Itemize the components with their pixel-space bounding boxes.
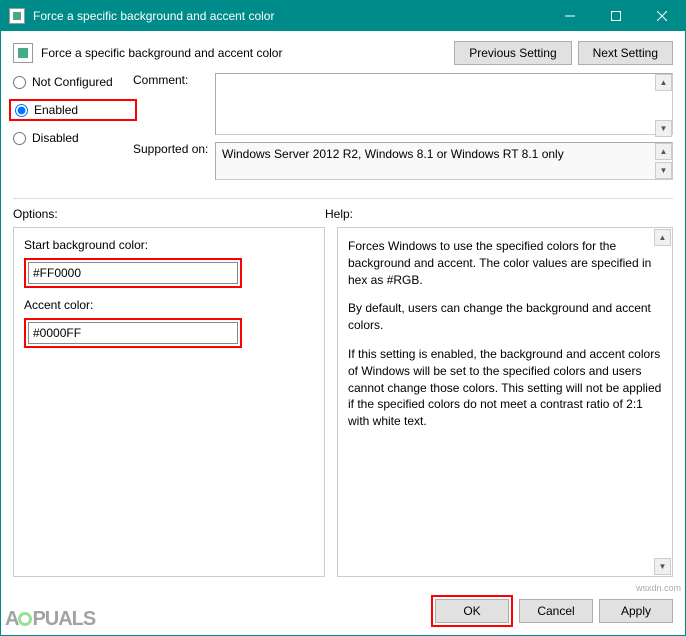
scroll-up-icon[interactable]: ▲ xyxy=(655,143,672,160)
radio-disabled-input[interactable] xyxy=(13,132,26,145)
enabled-highlight: Enabled xyxy=(9,99,137,121)
window-title: Force a specific background and accent c… xyxy=(33,9,547,23)
bg-color-label: Start background color: xyxy=(24,238,314,252)
comment-row: Comment: ▲ ▼ xyxy=(133,73,673,138)
help-header: Help: xyxy=(325,207,673,221)
settings-file-icon xyxy=(9,8,25,24)
radio-disabled-label: Disabled xyxy=(32,131,79,145)
config-row: Not Configured Enabled Disabled Comment:… xyxy=(13,73,673,184)
options-header: Options: xyxy=(13,207,325,221)
accent-color-input[interactable] xyxy=(28,322,238,344)
accent-color-label: Accent color: xyxy=(24,298,314,312)
footer-buttons: OK Cancel Apply xyxy=(1,587,685,635)
window-controls xyxy=(547,1,685,31)
radio-not-configured-label: Not Configured xyxy=(32,75,113,89)
supported-label: Supported on: xyxy=(133,142,215,156)
next-setting-button[interactable]: Next Setting xyxy=(578,41,673,65)
comment-wrap: ▲ ▼ xyxy=(215,73,673,138)
radio-enabled-input[interactable] xyxy=(15,104,28,117)
radio-enabled-label: Enabled xyxy=(34,103,78,117)
supported-wrap: Windows Server 2012 R2, Windows 8.1 or W… xyxy=(215,142,673,180)
column-headers: Options: Help: xyxy=(13,207,673,221)
bg-color-input[interactable] xyxy=(28,262,238,284)
scroll-up-icon[interactable]: ▲ xyxy=(654,229,671,246)
maximize-button[interactable] xyxy=(593,1,639,31)
ok-button[interactable]: OK xyxy=(435,599,509,623)
help-paragraph: By default, users can change the backgro… xyxy=(348,300,662,334)
header-row: Force a specific background and accent c… xyxy=(13,41,673,65)
radio-not-configured[interactable]: Not Configured xyxy=(13,75,133,89)
minimize-button[interactable] xyxy=(547,1,593,31)
supported-text: Windows Server 2012 R2, Windows 8.1 or W… xyxy=(215,142,673,180)
nav-buttons: Previous Setting Next Setting xyxy=(454,41,673,65)
comment-column: Comment: ▲ ▼ Supported on: Windows Serve… xyxy=(133,73,673,184)
policy-icon xyxy=(13,43,33,63)
comment-label: Comment: xyxy=(133,73,215,87)
scroll-up-icon[interactable]: ▲ xyxy=(655,74,672,91)
separator xyxy=(13,198,673,199)
content-area: Force a specific background and accent c… xyxy=(1,31,685,587)
bg-input-highlight xyxy=(24,258,242,288)
radio-disabled[interactable]: Disabled xyxy=(13,131,133,145)
source-watermark: wsxdn.com xyxy=(636,583,681,593)
help-panel: Forces Windows to use the specified colo… xyxy=(337,227,673,577)
comment-textarea[interactable] xyxy=(215,73,673,135)
radio-enabled[interactable]: Enabled xyxy=(15,103,131,117)
scroll-down-icon[interactable]: ▼ xyxy=(654,558,671,575)
close-button[interactable] xyxy=(639,1,685,31)
help-paragraph: If this setting is enabled, the backgrou… xyxy=(348,346,662,430)
setting-name: Force a specific background and accent c… xyxy=(41,46,454,60)
options-panel: Start background color: Accent color: xyxy=(13,227,325,577)
cancel-button[interactable]: Cancel xyxy=(519,599,593,623)
previous-setting-button[interactable]: Previous Setting xyxy=(454,41,571,65)
state-radio-group: Not Configured Enabled Disabled xyxy=(13,73,133,184)
scroll-down-icon[interactable]: ▼ xyxy=(655,120,672,137)
accent-input-highlight xyxy=(24,318,242,348)
radio-not-configured-input[interactable] xyxy=(13,76,26,89)
titlebar: Force a specific background and accent c… xyxy=(1,1,685,31)
ok-highlight: OK xyxy=(431,595,513,627)
supported-row: Supported on: Windows Server 2012 R2, Wi… xyxy=(133,142,673,180)
lower-section: Start background color: Accent color: Fo… xyxy=(13,227,673,577)
help-paragraph: Forces Windows to use the specified colo… xyxy=(348,238,662,288)
scroll-down-icon[interactable]: ▼ xyxy=(655,162,672,179)
apply-button[interactable]: Apply xyxy=(599,599,673,623)
